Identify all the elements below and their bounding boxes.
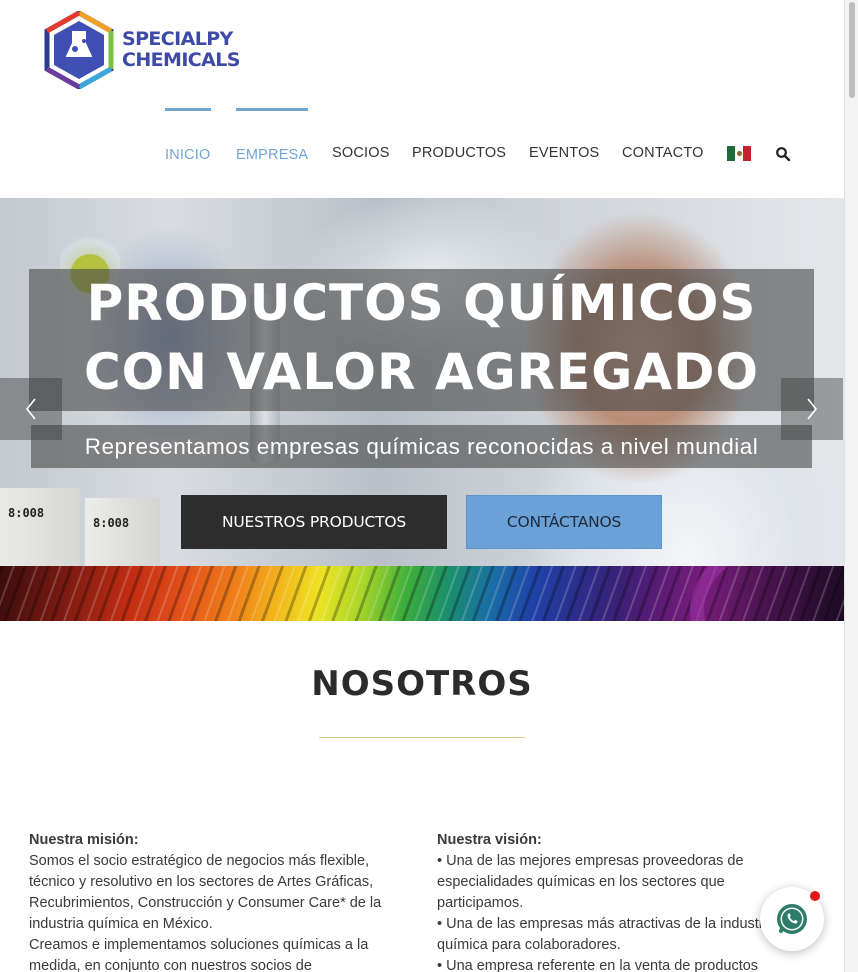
slider-next-button[interactable] [781, 378, 843, 440]
page: SPECIALPY CHEMICALS INICIO EMPRESA SOCIO… [0, 0, 844, 972]
vision-heading: Nuestra visión: [437, 832, 542, 848]
nav-item-label: EMPRESA [236, 146, 309, 163]
chevron-left-icon [25, 398, 36, 420]
notification-badge [810, 891, 820, 901]
main-nav: INICIO EMPRESA SOCIOS PRODUCTOS EVENTOS … [0, 108, 844, 198]
vision-column: Nuestra visión: • Una de las mejores emp… [437, 830, 797, 972]
mission-paragraph: Creamos e implementamos soluciones quími… [29, 937, 369, 972]
reagent-label: 8:008 [93, 516, 130, 530]
whatsapp-icon [777, 904, 807, 934]
nav-item-label: INICIO [165, 146, 211, 163]
our-products-button[interactable]: NUESTROS PRODUCTOS [181, 495, 447, 549]
logo-text-line2: CHEMICALS [122, 49, 240, 71]
scrollbar-thumb[interactable] [849, 2, 855, 98]
nav-item-label: CONTACTO [622, 145, 704, 161]
chevron-right-icon [807, 398, 818, 420]
nav-item-socios[interactable]: SOCIOS [332, 108, 390, 198]
hero-title-line1: PRODUCTOS QUÍMICOS [86, 274, 757, 332]
nav-item-label: PRODUCTOS [412, 145, 507, 161]
banner-swirl [690, 566, 844, 621]
hero-title-line2: CON VALOR AGREGADO [83, 343, 760, 401]
logo[interactable]: SPECIALPY CHEMICALS [44, 10, 244, 90]
mexico-flag-icon[interactable] [727, 146, 751, 161]
contact-us-button[interactable]: CONTÁCTANOS [466, 495, 662, 549]
nav-item-contacto[interactable]: CONTACTO [622, 108, 704, 198]
reagent-label: 8:008 [8, 506, 45, 520]
hero-slider: 8:008 8:008 PRODUCTOS QUÍMICOS CON VALOR… [0, 198, 844, 566]
mission-paragraph: Somos el socio estratégico de negocios m… [29, 853, 382, 932]
mission-heading: Nuestra misión: [29, 832, 139, 848]
logo-text-line1: SPECIALPY [122, 28, 233, 50]
nav-item-empresa[interactable]: EMPRESA [236, 108, 309, 198]
search-icon[interactable] [775, 146, 791, 162]
section-title: NOSOTROS [311, 664, 533, 704]
hexagon-flask-logo-icon [44, 11, 114, 89]
hero-title: PRODUCTOS QUÍMICOS CON VALOR AGREGADO [29, 269, 814, 407]
logo-wordmark: SPECIALPY CHEMICALS [122, 29, 240, 71]
reagent-bottle: 8:008 [85, 498, 160, 566]
slider-prev-button[interactable] [0, 378, 62, 440]
vision-item: • Una empresa referente en la venta de p… [437, 958, 759, 972]
reagent-bottle: 8:008 [0, 488, 80, 566]
rainbow-banner-image [0, 566, 844, 621]
scrollbar[interactable] [844, 0, 858, 972]
nav-item-label: EVENTOS [529, 145, 600, 161]
nav-item-inicio[interactable]: INICIO [165, 108, 211, 198]
mission-column: Nuestra misión: Somos el socio estratégi… [29, 830, 405, 972]
section-divider [319, 737, 525, 738]
nav-item-label: SOCIOS [332, 145, 390, 161]
hero-subtitle: Representamos empresas químicas reconoci… [84, 434, 759, 459]
nav-item-productos[interactable]: PRODUCTOS [412, 108, 506, 198]
vision-item: • Una de las empresas más atractivas de … [437, 916, 775, 953]
nav-item-eventos[interactable]: EVENTOS [529, 108, 599, 198]
vision-item: • Una de las mejores empresas proveedora… [437, 853, 744, 911]
